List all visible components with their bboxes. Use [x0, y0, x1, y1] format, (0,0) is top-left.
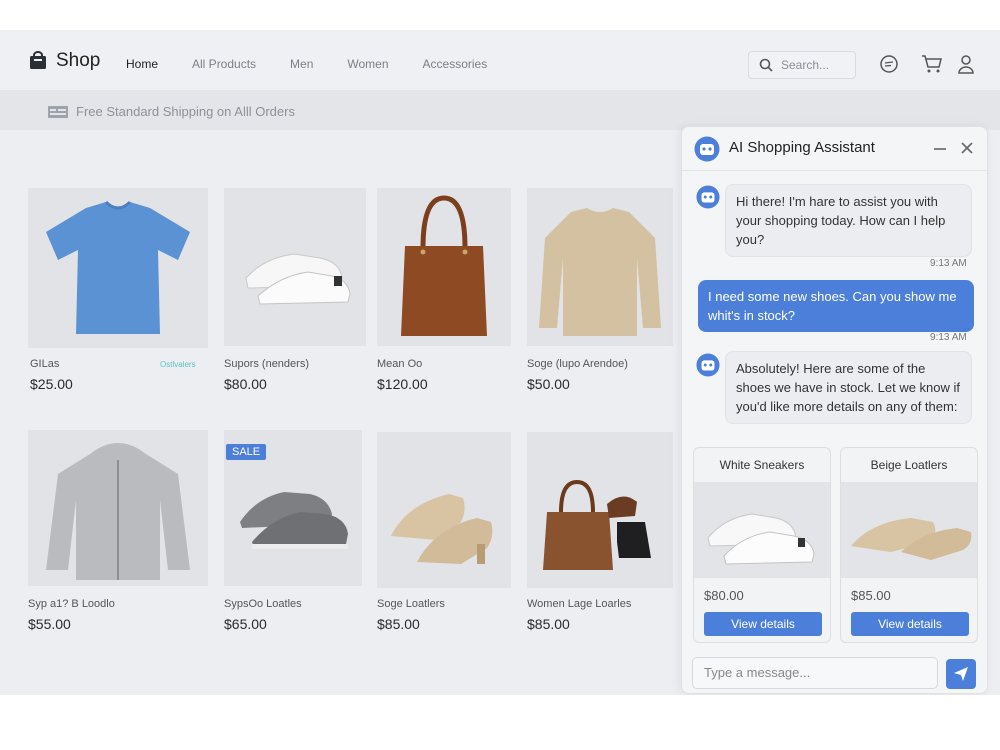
card-price: $80.00 [704, 588, 744, 603]
product-price: $85.00 [377, 616, 420, 632]
cart-icon[interactable] [921, 54, 943, 74]
product-price: $25.00 [30, 376, 73, 392]
message-time: 9:13 AM [930, 258, 967, 269]
bot-message: Hi there! I'm hare to assist you with yo… [725, 184, 972, 257]
product-name[interactable]: Supors (nenders) [224, 358, 309, 370]
product-image-beige-loafers[interactable] [377, 432, 511, 588]
bot-message: Absolutely! Here are some of the shoes w… [725, 351, 972, 424]
bag-logo-icon [30, 51, 46, 69]
product-name[interactable]: Mean Oo [377, 358, 422, 370]
bot-avatar-icon [694, 136, 720, 162]
minimize-icon[interactable] [934, 147, 946, 151]
view-details-button[interactable]: View details [704, 612, 822, 636]
product-image-grey-hoodie[interactable] [28, 430, 208, 586]
product-name[interactable]: GILas [30, 358, 59, 370]
send-button[interactable] [946, 659, 976, 689]
product-tag: Ostlvalers [160, 360, 196, 369]
card-price: $85.00 [851, 588, 891, 603]
product-image-white-sneakers[interactable] [224, 188, 366, 346]
user-icon[interactable] [957, 54, 975, 74]
nav-link-women[interactable]: Women [347, 57, 388, 71]
user-message: I need some new shoes. Can you show me w… [698, 280, 974, 332]
bot-avatar-icon [696, 353, 720, 377]
search-input[interactable]: Search... [748, 51, 856, 79]
logo[interactable]: Shop [28, 50, 100, 72]
close-icon[interactable] [961, 142, 973, 154]
product-price: $50.00 [527, 376, 570, 392]
chat-product-card[interactable]: Beige Loatlers $85.00 View details [840, 447, 978, 643]
shipping-banner: Free Standard Shipping on Alll Orders [0, 90, 1000, 130]
chat-product-card[interactable]: White Sneakers $80.00 View details [693, 447, 831, 643]
product-name[interactable]: Women Lage Loarles [527, 598, 631, 610]
message-input[interactable]: Type a message... [692, 657, 938, 689]
message-time: 9:13 AM [930, 332, 967, 343]
card-title: Beige Loatlers [870, 458, 948, 472]
product-price: $120.00 [377, 376, 428, 392]
logo-text: Shop [56, 50, 101, 71]
view-details-button[interactable]: View details [851, 612, 969, 636]
nav-link-all-products[interactable]: All Products [192, 57, 256, 71]
search-icon [759, 58, 773, 72]
shop-page: Shop Home All Products Men Women Accesso… [0, 30, 1000, 695]
chat-panel: AI Shopping Assistant Hi there! I'm hare… [681, 126, 988, 694]
shipping-icon [48, 105, 68, 118]
bot-avatar-icon [696, 185, 720, 209]
product-price: $80.00 [224, 376, 267, 392]
product-image-brown-tote-bag[interactable] [377, 188, 511, 346]
nav-link-men[interactable]: Men [290, 57, 313, 71]
chat-title: AI Shopping Assistant [729, 139, 875, 156]
product-name[interactable]: SypsOo Loatles [224, 598, 302, 610]
nav-links: Home All Products Men Women Accessories [126, 57, 521, 71]
sale-badge: SALE [226, 444, 267, 460]
chat-icon[interactable] [879, 54, 899, 74]
product-name[interactable]: Syp a1? B Loodlo [28, 598, 115, 610]
product-price: $85.00 [527, 616, 570, 632]
product-price: $55.00 [28, 616, 71, 632]
card-title: White Sneakers [719, 458, 805, 472]
top-nav: Shop Home All Products Men Women Accesso… [0, 30, 1000, 90]
product-name[interactable]: Soge (lupo Arendoe) [527, 358, 628, 370]
card-image-beige-loafers[interactable] [841, 482, 977, 578]
product-image-bag-and-shoes[interactable] [527, 432, 673, 588]
product-name[interactable]: Soge Loatlers [377, 598, 445, 610]
send-icon [954, 667, 968, 681]
product-image-blue-tshirt[interactable] [28, 188, 208, 348]
product-image-beige-sweater[interactable] [527, 188, 673, 346]
banner-text: Free Standard Shipping on Alll Orders [76, 104, 295, 119]
chat-header: AI Shopping Assistant [682, 127, 987, 171]
card-image-white-sneakers[interactable] [694, 482, 830, 578]
nav-link-accessories[interactable]: Accessories [423, 57, 488, 71]
product-price: $65.00 [224, 616, 267, 632]
nav-link-home[interactable]: Home [126, 57, 158, 71]
search-placeholder: Search... [781, 58, 830, 72]
